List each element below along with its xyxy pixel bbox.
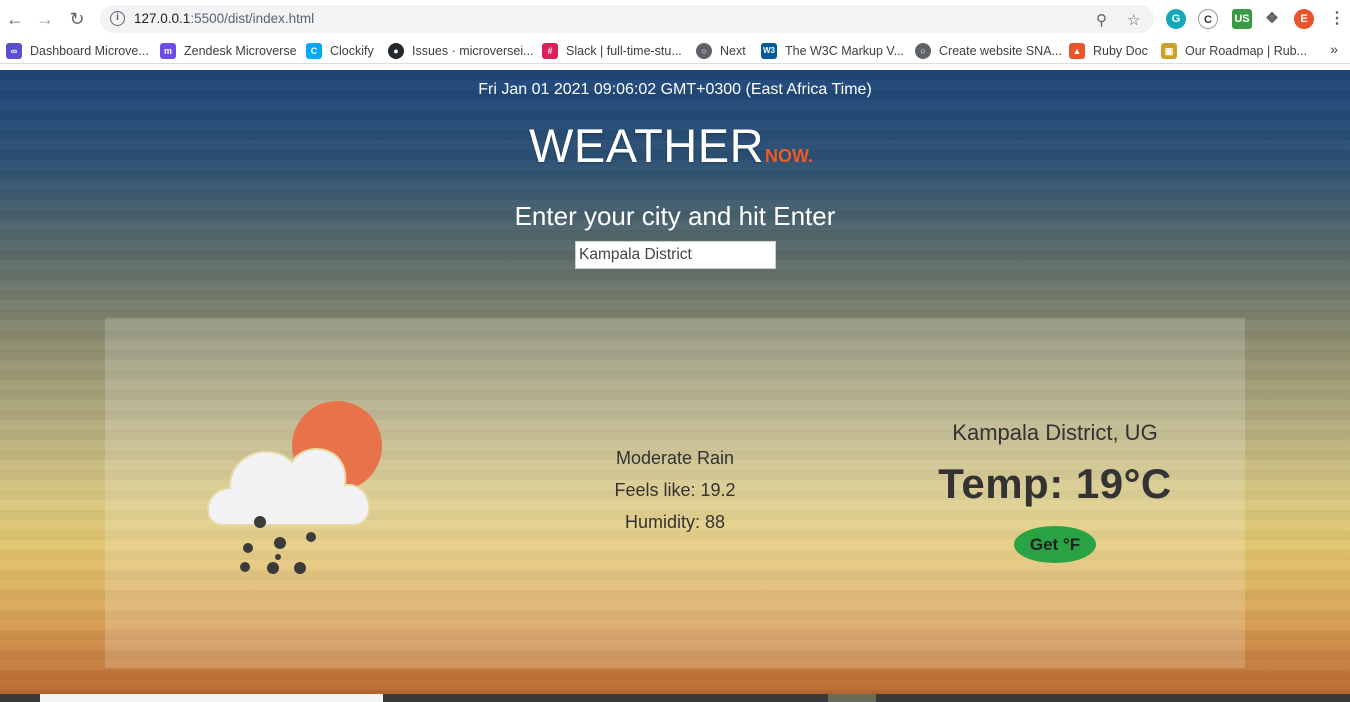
location-block: Kampala District, UG Temp: 19°C Get °F bbox=[905, 420, 1205, 563]
toggle-fahrenheit-button[interactable]: Get °F bbox=[1014, 526, 1096, 563]
site-info-icon[interactable]: i bbox=[110, 11, 125, 26]
bookmarks-bar: ∞ Dashboard Microve... m Zendesk Microvers… bbox=[0, 38, 1350, 64]
bookmark-favicon-icon: ● bbox=[388, 43, 404, 59]
weather-card: Moderate Rain Feels like: 19.2 Humidity:… bbox=[105, 318, 1245, 668]
bottom-strip bbox=[0, 694, 1350, 702]
weather-page: Fri Jan 01 2021 09:06:02 GMT+0300 (East … bbox=[0, 70, 1350, 702]
logo-sub-text: NOW. bbox=[765, 146, 814, 166]
bookmark-item[interactable]: W3 The W3C Markup V... bbox=[761, 42, 904, 60]
cloud-sun-rain-icon bbox=[207, 401, 382, 574]
browser-toolbar: ← → ↻ i 127.0.0.1:5500/dist/index.html ⚲… bbox=[0, 0, 1350, 38]
bookmark-item[interactable]: ● Issues · microversei... bbox=[388, 42, 534, 60]
bookmark-favicon-icon: ▲ bbox=[1069, 43, 1085, 59]
humidity: Humidity: 88 bbox=[624, 512, 726, 532]
bookmark-favicon-icon: ○ bbox=[915, 43, 931, 59]
profile-avatar[interactable]: E bbox=[1294, 9, 1314, 29]
url-text[interactable]: 127.0.0.1:5500/dist/index.html bbox=[134, 11, 314, 26]
logo-main-text: WEATHER bbox=[529, 119, 765, 172]
bookmark-item[interactable]: C Clockify bbox=[306, 42, 374, 60]
weather-description: Moderate Rain bbox=[615, 448, 735, 468]
bookmark-item[interactable]: ∞ Dashboard Microve... bbox=[6, 42, 149, 60]
bookmark-favicon-icon: ○ bbox=[696, 43, 712, 59]
bookmarks-overflow-icon[interactable]: » bbox=[1330, 41, 1338, 57]
reload-icon[interactable]: ↻ bbox=[66, 8, 88, 30]
bookmark-item[interactable]: ○ Next bbox=[696, 42, 746, 60]
weather-details: Moderate Rain Feels like: 19.2 Humidity:… bbox=[545, 446, 805, 542]
bookmark-item[interactable]: ○ Create website SNA... bbox=[915, 42, 1062, 60]
bookmark-item[interactable]: ▲ Ruby Doc bbox=[1069, 42, 1148, 60]
city-search-input[interactable] bbox=[575, 241, 776, 269]
grammarly-icon[interactable]: G bbox=[1166, 9, 1186, 29]
city-prompt: Enter your city and hit Enter bbox=[514, 201, 836, 231]
browser-menu-icon[interactable]: ⋮ bbox=[1327, 9, 1347, 29]
extension-us-icon[interactable]: US bbox=[1232, 9, 1252, 29]
extensions-puzzle-icon[interactable]: ❖ bbox=[1262, 9, 1282, 29]
bookmark-favicon-icon: ▣ bbox=[1161, 43, 1177, 59]
location-pin-icon[interactable]: ⚲ bbox=[1096, 11, 1107, 29]
feels-like: Feels like: 19.2 bbox=[614, 480, 736, 500]
bookmark-favicon-icon: # bbox=[542, 43, 558, 59]
temperature: Temp: 19°C bbox=[938, 460, 1172, 507]
bookmark-favicon-icon: m bbox=[160, 43, 176, 59]
back-icon[interactable]: ← bbox=[4, 8, 26, 30]
forward-icon[interactable]: → bbox=[34, 8, 56, 30]
bookmark-favicon-icon: C bbox=[306, 43, 322, 59]
bookmark-favicon-icon: W3 bbox=[761, 43, 777, 59]
address-bar[interactable]: i 127.0.0.1:5500/dist/index.html ⚲ ☆ bbox=[100, 5, 1154, 33]
bookmark-item[interactable]: # Slack | full-time-stu... bbox=[542, 42, 682, 60]
app-logo: WEATHERNOW. bbox=[529, 118, 813, 173]
current-datetime: Fri Jan 01 2021 09:06:02 GMT+0300 (East … bbox=[478, 81, 872, 98]
location-name: Kampala District, UG bbox=[952, 420, 1158, 445]
bookmark-item[interactable]: m Zendesk Microverse bbox=[160, 42, 297, 60]
bookmark-item[interactable]: ▣ Our Roadmap | Rub... bbox=[1161, 42, 1307, 60]
clockify-extension-icon[interactable]: C bbox=[1198, 9, 1218, 29]
bookmark-star-icon[interactable]: ☆ bbox=[1127, 11, 1140, 29]
bookmark-favicon-icon: ∞ bbox=[6, 43, 22, 59]
